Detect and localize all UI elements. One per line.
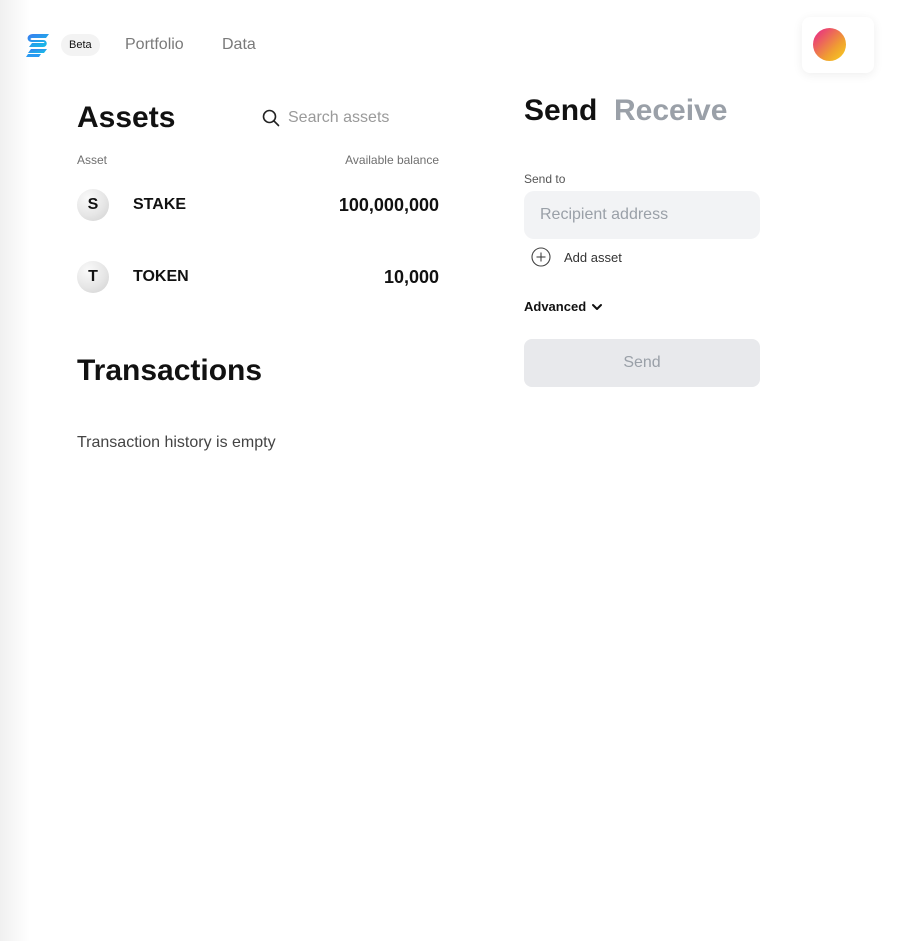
- tab-send[interactable]: Send: [524, 93, 597, 129]
- account-button[interactable]: [802, 17, 874, 73]
- send-button[interactable]: Send: [524, 339, 760, 387]
- recipient-address-input[interactable]: [524, 191, 760, 239]
- asset-name: TOKEN: [133, 268, 189, 285]
- avatar: [813, 28, 846, 61]
- nav-portfolio[interactable]: Portfolio: [125, 35, 184, 55]
- asset-row[interactable]: S STAKE 100,000,000: [77, 189, 439, 221]
- send-to-label: Send to: [524, 172, 566, 186]
- chevron-down-icon: [592, 304, 603, 310]
- asset-icon: T: [77, 261, 109, 293]
- asset-balance: 10,000: [383, 267, 439, 287]
- nav-data[interactable]: Data: [222, 35, 256, 55]
- add-asset-button[interactable]: Add asset: [531, 247, 622, 267]
- advanced-label: Advanced: [524, 299, 587, 314]
- transactions-empty-message: Transaction history is empty: [77, 434, 276, 451]
- asset-balance: 100,000,000: [338, 195, 439, 215]
- left-edge-shadow: [0, 0, 30, 941]
- column-header-balance: Available balance: [345, 153, 439, 167]
- advanced-toggle[interactable]: Advanced: [524, 298, 603, 316]
- asset-search: [262, 106, 442, 130]
- asset-name: STAKE: [133, 196, 187, 213]
- asset-row[interactable]: T TOKEN 10,000: [77, 261, 439, 293]
- transactions-heading: Transactions: [77, 354, 263, 387]
- add-asset-label: Add asset: [564, 249, 622, 265]
- search-input[interactable]: [288, 109, 438, 127]
- search-icon: [262, 109, 280, 127]
- logo-icon[interactable]: [25, 32, 51, 58]
- asset-icon: S: [77, 189, 109, 221]
- column-header-asset: Asset: [77, 153, 108, 167]
- beta-badge: Beta: [61, 34, 100, 56]
- plus-circle-icon: [531, 247, 551, 267]
- tab-receive[interactable]: Receive: [614, 93, 727, 129]
- assets-heading: Assets: [77, 101, 176, 134]
